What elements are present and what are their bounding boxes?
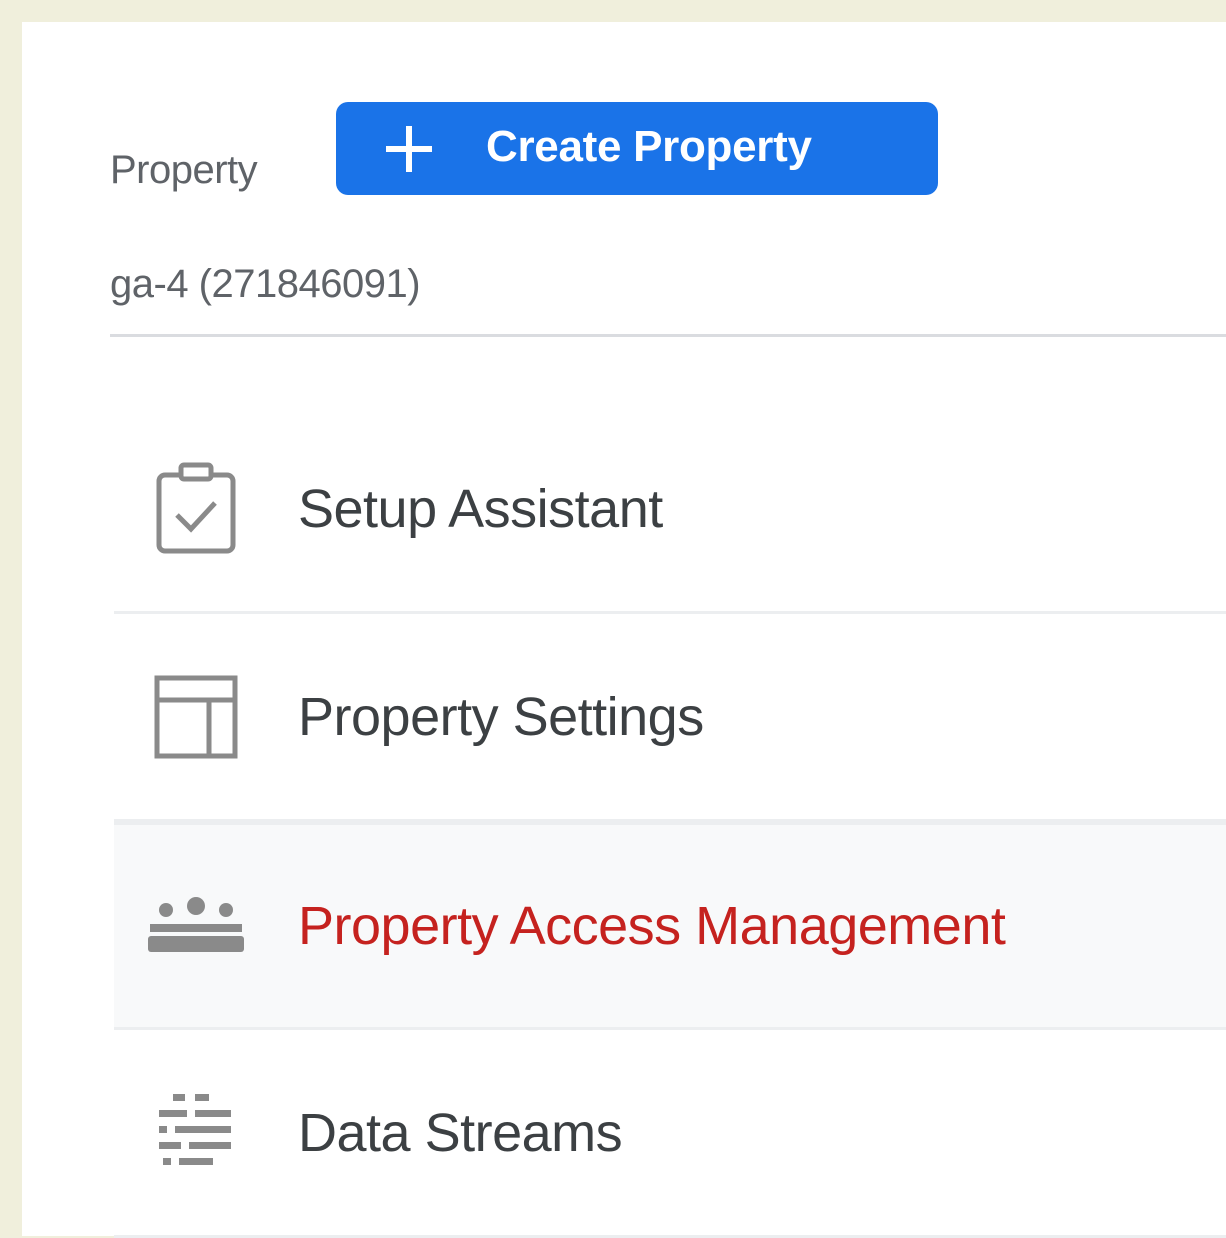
menu-item-setup-assistant[interactable]: Setup Assistant: [114, 406, 1226, 614]
create-property-button[interactable]: Create Property: [336, 102, 938, 195]
admin-panel: Property Create Property ga-4 (271846091…: [22, 22, 1226, 1238]
menu-item-label: Setup Assistant: [298, 478, 663, 539]
selected-property[interactable]: ga-4 (271846091): [110, 262, 421, 307]
menu-item-data-streams[interactable]: Data Streams: [114, 1030, 1226, 1238]
create-property-label: Create Property: [486, 122, 812, 171]
menu-item-label: Data Streams: [298, 1102, 623, 1163]
menu-item-label: Property Settings: [298, 686, 704, 747]
property-label: Property: [110, 148, 258, 192]
divider: [110, 334, 1226, 337]
menu-item-property-settings[interactable]: Property Settings: [114, 614, 1226, 822]
menu-item-label: Property Access Management: [298, 896, 1006, 956]
property-layout-icon: [146, 667, 246, 767]
plus-icon: [386, 126, 432, 172]
menu-item-property-access-management[interactable]: Property Access Management: [114, 822, 1226, 1030]
data-streams-icon: [146, 1083, 246, 1183]
people-group-icon: [146, 876, 246, 976]
clipboard-check-icon: [146, 459, 246, 559]
property-menu: Setup Assistant Property Settings Proper…: [114, 406, 1226, 1238]
